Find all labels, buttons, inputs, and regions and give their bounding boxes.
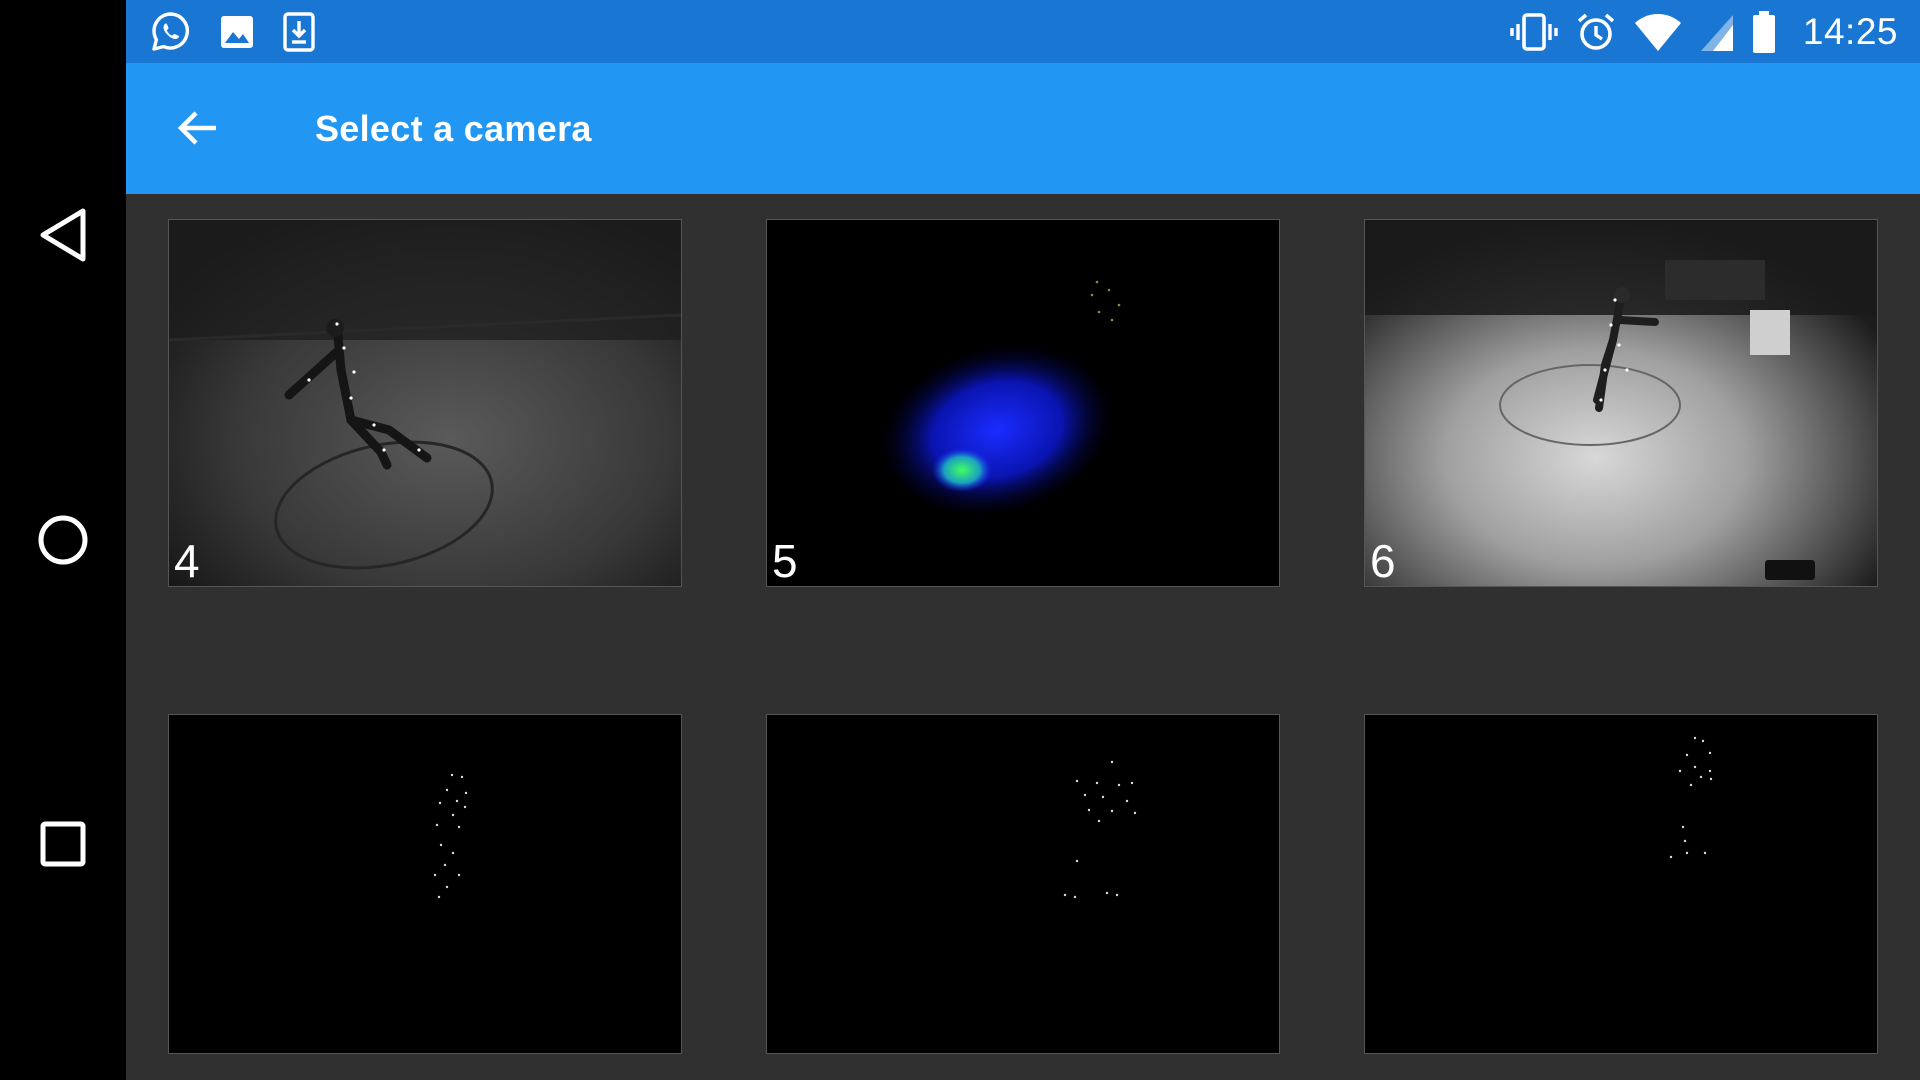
vibrate-icon [1510,12,1558,51]
home-circle-icon [38,515,88,565]
page-title: Select a camera [315,108,592,149]
app-bar: Select a camera [126,63,1920,194]
camera-number-label: 4 [174,535,200,586]
arrow-back-icon [177,111,216,145]
camera-preview-image [767,220,1279,586]
camera-marker-view [767,715,1279,1053]
camera-tile-6[interactable]: 6 [1365,220,1877,586]
back-triangle-icon [40,208,86,262]
status-bar: 14:25 [126,0,1920,63]
gallery-icon [221,15,253,48]
wifi-icon [1634,13,1681,51]
camera-tile-4[interactable]: 4 [169,220,681,586]
system-nav-bar [0,0,126,1080]
camera-number-label: 6 [1370,535,1396,586]
camera-tile-5[interactable]: 5 [767,220,1279,586]
recents-square-icon [40,821,86,867]
camera-marker-view [169,715,681,1053]
battery-icon [1752,10,1775,53]
camera-tile-7[interactable] [169,715,681,1053]
nav-recents-button[interactable] [23,804,103,884]
back-button[interactable] [166,96,230,160]
camera-tile-9[interactable] [1365,715,1877,1053]
camera-preview-image [169,220,681,586]
whatsapp-icon [152,11,190,51]
status-time: 14:25 [1802,10,1898,52]
camera-tile-8[interactable] [767,715,1279,1053]
cellular-icon [1700,14,1733,51]
camera-number-label: 5 [772,535,798,586]
camera-preview-image [1365,220,1877,586]
nav-back-button[interactable] [23,195,103,275]
alarm-icon [1577,13,1615,50]
download-icon [283,11,315,52]
camera-marker-view [1365,715,1877,1053]
nav-home-button[interactable] [23,500,103,580]
